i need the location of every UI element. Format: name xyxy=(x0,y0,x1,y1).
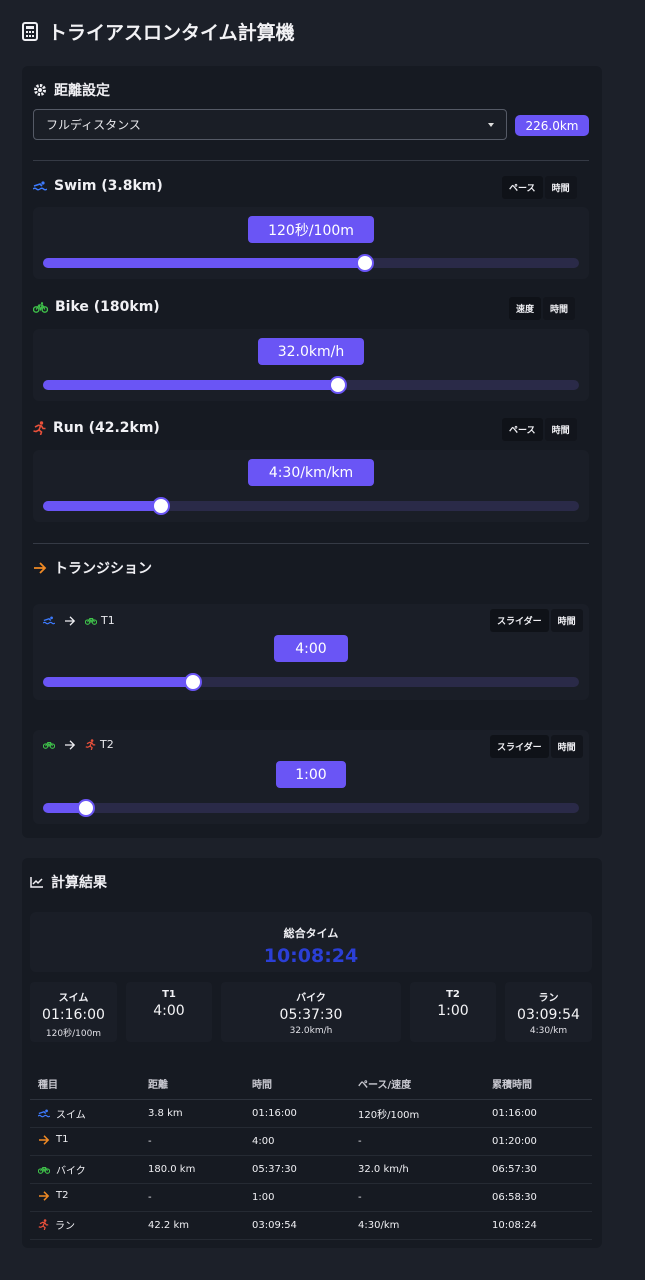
t1-slider-thumb[interactable] xyxy=(184,673,202,691)
swim-icon xyxy=(38,1109,50,1117)
swim-pace-button[interactable]: ペース xyxy=(502,176,543,199)
calculator-icon xyxy=(22,22,38,41)
result-tile-t1: T1 4:00 xyxy=(126,982,212,1042)
table-row: T1 - 4:00 - 01:20:00 xyxy=(30,1127,592,1156)
divider xyxy=(33,543,589,544)
distance-section-title: 距離設定 xyxy=(33,80,110,100)
run-slider[interactable] xyxy=(43,497,579,515)
arrow-right-icon xyxy=(39,1191,50,1201)
distance-select-value: フルディスタンス xyxy=(46,118,141,132)
bike-speed-button[interactable]: 速度 xyxy=(509,297,542,320)
bike-slider-thumb[interactable] xyxy=(329,376,347,394)
swim-icon xyxy=(33,181,47,191)
t1-mode-toggle: スライダー 時間 xyxy=(490,609,583,632)
results-table: 種目 距離 時間 ペース/速度 累積時間 スイム 3.8 km 01:16:00… xyxy=(30,1069,592,1240)
settings-card: 距離設定 フルディスタンス 226.0km Swim (3.8km) ペース 時… xyxy=(22,66,602,838)
t2-time-button[interactable]: 時間 xyxy=(550,735,583,758)
run-time-button[interactable]: 時間 xyxy=(544,418,577,441)
page-title: トライアスロンタイム計算機 xyxy=(48,22,295,44)
run-icon xyxy=(33,421,46,435)
total-time-value: 10:08:24 xyxy=(263,945,359,967)
swim-mode-toggle: ペース 時間 xyxy=(502,176,577,199)
run-slider-thumb[interactable] xyxy=(152,497,170,515)
t2-label: T2 xyxy=(43,738,114,751)
run-mode-toggle: ペース 時間 xyxy=(502,418,577,441)
table-row: スイム 3.8 km 01:16:00 120秒/100m 01:16:00 xyxy=(30,1099,592,1128)
result-tile-t2: T2 1:00 xyxy=(410,982,496,1042)
run-section-title: Run (42.2km) xyxy=(33,420,160,436)
total-time-panel: 総合タイム 10:08:24 xyxy=(30,912,592,972)
t2-slider-thumb[interactable] xyxy=(77,799,95,817)
table-row: バイク 180.0 km 05:37:30 32.0 km/h 06:57:30 xyxy=(30,1155,592,1184)
results-section-title: 計算結果 xyxy=(30,872,107,892)
t1-slider-button[interactable]: スライダー xyxy=(490,609,549,632)
t2-value: 1:00 xyxy=(276,761,346,788)
table-header: 距離 xyxy=(140,1069,244,1100)
swim-slider-fill xyxy=(43,258,371,268)
bike-icon xyxy=(38,1166,50,1174)
distance-select[interactable]: フルディスタンス xyxy=(33,109,507,140)
swim-slider-thumb[interactable] xyxy=(356,254,374,272)
t1-slider-fill xyxy=(43,677,199,687)
chart-line-icon xyxy=(30,877,43,888)
table-header: 累積時間 xyxy=(484,1069,592,1100)
chevron-down-icon xyxy=(488,122,494,127)
t1-label: T1 xyxy=(43,614,115,627)
swim-value: 120秒/100m xyxy=(248,216,374,243)
swim-slider[interactable] xyxy=(43,254,579,272)
bike-time-button[interactable]: 時間 xyxy=(543,297,576,320)
t1-slider[interactable] xyxy=(43,673,579,691)
t2-slider[interactable] xyxy=(43,799,579,817)
gear-icon xyxy=(34,84,46,96)
results-table-wrap: 種目 距離 時間 ペース/速度 累積時間 スイム 3.8 km 01:16:00… xyxy=(30,1069,592,1240)
bike-value: 32.0km/h xyxy=(258,338,364,365)
run-icon xyxy=(38,1219,49,1230)
t2-slider-button[interactable]: スライダー xyxy=(490,735,549,758)
total-time-label: 総合タイム xyxy=(283,927,339,940)
bike-icon xyxy=(85,617,97,625)
arrow-right-icon xyxy=(65,615,76,626)
table-header: 種目 xyxy=(30,1069,140,1100)
table-header-row: 種目 距離 時間 ペース/速度 累積時間 xyxy=(30,1069,592,1100)
results-card: 計算結果 総合タイム 10:08:24 スイム 01:16:00 120秒/10… xyxy=(22,858,602,1248)
result-tile-swim: スイム 01:16:00 120秒/100m xyxy=(30,982,117,1042)
result-tile-bike: バイク 05:37:30 32.0km/h xyxy=(221,982,401,1042)
run-value: 4:30/km/km xyxy=(248,459,374,486)
swim-section-title: Swim (3.8km) xyxy=(33,178,163,194)
run-slider-fill xyxy=(43,501,167,511)
t2-panel: T2 スライダー 時間 1:00 xyxy=(33,730,589,824)
page-header: トライアスロンタイム計算機 xyxy=(22,18,295,45)
table-header: 時間 xyxy=(244,1069,350,1100)
t2-mode-toggle: スライダー 時間 xyxy=(490,735,583,758)
arrow-right-icon xyxy=(34,562,47,574)
run-pace-button[interactable]: ペース xyxy=(502,418,543,441)
run-icon xyxy=(85,739,96,750)
result-tile-run: ラン 03:09:54 4:30/km xyxy=(505,982,592,1042)
table-header: ペース/速度 xyxy=(350,1069,484,1100)
divider xyxy=(33,160,589,161)
bike-slider-fill xyxy=(43,380,344,390)
bike-icon xyxy=(33,301,48,313)
transition-section-title: トランジション xyxy=(33,558,152,578)
arrow-right-icon xyxy=(39,1135,50,1145)
table-row: T2 - 1:00 - 06:58:30 xyxy=(30,1183,592,1212)
bike-slider-panel: 32.0km/h xyxy=(33,329,589,401)
table-row: ラン 42.2 km 03:09:54 4:30/km 10:08:24 xyxy=(30,1211,592,1240)
bike-slider[interactable] xyxy=(43,376,579,394)
swim-time-button[interactable]: 時間 xyxy=(544,176,577,199)
run-slider-panel: 4:30/km/km xyxy=(33,450,589,522)
swim-slider-panel: 120秒/100m xyxy=(33,207,589,279)
t1-value: 4:00 xyxy=(274,635,348,662)
t1-time-button[interactable]: 時間 xyxy=(550,609,583,632)
bike-mode-toggle: 速度 時間 xyxy=(509,297,576,320)
swim-icon xyxy=(43,616,55,625)
bike-icon xyxy=(43,741,55,749)
bike-section-title: Bike (180km) xyxy=(33,299,160,315)
arrow-right-icon xyxy=(65,739,76,750)
total-distance-badge: 226.0km xyxy=(515,115,589,136)
t1-panel: T1 スライダー 時間 4:00 xyxy=(33,604,589,700)
